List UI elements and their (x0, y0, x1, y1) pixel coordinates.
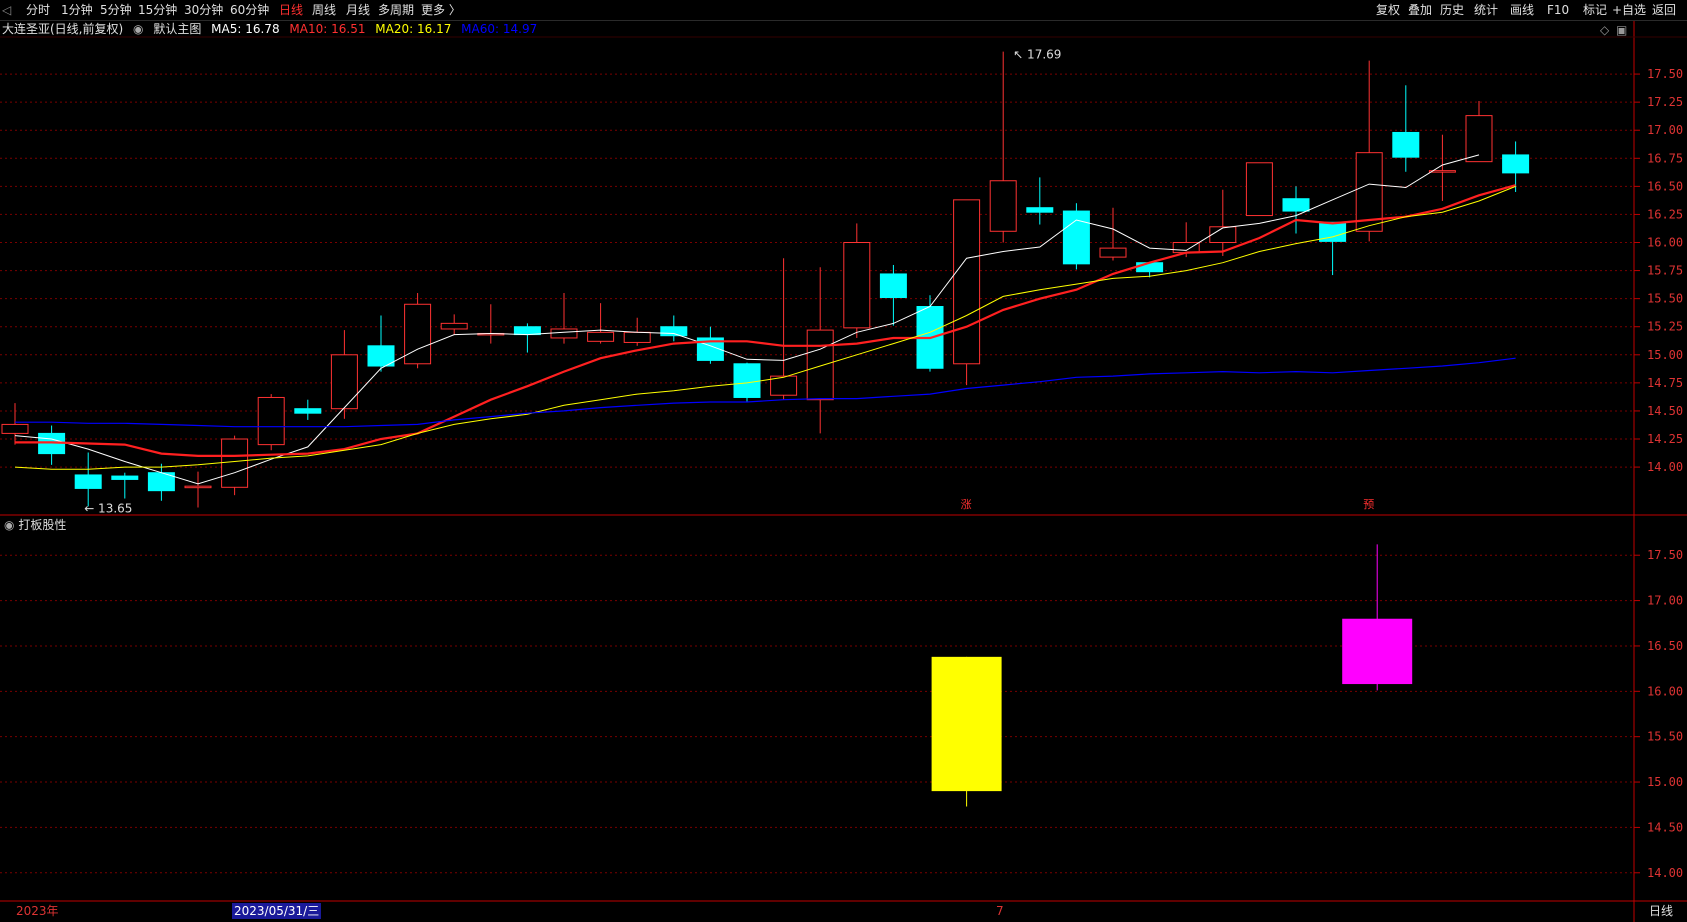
candle-body (404, 303, 432, 365)
indicator-y-tick-label: 14.00 (1647, 866, 1683, 880)
ma-line-ma60 (15, 357, 1516, 428)
y-tick-label: 17.25 (1647, 95, 1683, 109)
y-tick-label: 14.50 (1647, 404, 1683, 418)
y-tick-label: 16.50 (1647, 179, 1683, 193)
period-label: 日线 (1649, 904, 1674, 918)
candle-body (1209, 226, 1237, 244)
forecast-marker: 预 (1363, 498, 1374, 511)
candle-body (111, 475, 139, 480)
grid-lines (0, 21, 1687, 922)
indicator-y-tick-label: 15.50 (1647, 730, 1683, 744)
candle-body (1026, 207, 1054, 213)
candle-body (257, 396, 285, 446)
panel-icon: ▣ (1616, 23, 1627, 37)
candle-body (330, 354, 358, 410)
y-tick-label: 14.75 (1647, 376, 1683, 390)
y-tick-label: 16.25 (1647, 207, 1683, 221)
y-tick-label: 16.75 (1647, 151, 1683, 165)
y-tick-label: 17.50 (1647, 67, 1683, 81)
indicator-y-tick-label: 17.50 (1647, 548, 1683, 562)
candle-body (440, 322, 468, 330)
candle-body (623, 331, 651, 343)
kline-chart[interactable]: 17.50 17.25 17.00 16.75 16.50 16.25 16.00 15.75… (0, 0, 1687, 922)
candle-body (1062, 210, 1090, 265)
y-tick-label: 14.00 (1647, 460, 1683, 474)
y-tick-label: 15.50 (1647, 292, 1683, 306)
y-tick-label: 17.00 (1647, 123, 1683, 137)
candle-body (1, 423, 29, 434)
candle-body (989, 180, 1017, 232)
low-price-label: ← 13.65 (84, 501, 132, 515)
y-axis-ticks: 17.50 17.25 17.00 16.75 16.50 16.25 16.00 15.75… (1634, 67, 1683, 880)
candle-body (733, 363, 761, 398)
candle-body (587, 331, 615, 342)
cursor-date-label: 2023/05/31/三 (232, 903, 322, 919)
y-tick-label: 14.25 (1647, 432, 1683, 446)
candle-body (513, 326, 541, 336)
diamond-icon: ◇ (1600, 23, 1610, 37)
candle-body (184, 485, 212, 489)
candle-body (1172, 242, 1200, 254)
candle-body (221, 438, 249, 488)
indicator-y-tick-label: 17.00 (1647, 594, 1683, 608)
indicator-y-tick-label: 16.50 (1647, 639, 1683, 653)
candle-body (1392, 131, 1420, 158)
candle-body (74, 474, 102, 489)
indicator-bar (931, 656, 1002, 792)
candle-body (660, 326, 688, 337)
indicator-bar (1342, 618, 1413, 685)
high-price-label: ↖ 17.69 (1013, 48, 1061, 62)
candle-body (843, 242, 871, 329)
candle-body (1282, 198, 1310, 212)
y-tick-label: 15.25 (1647, 320, 1683, 334)
candle-body (294, 408, 322, 414)
indicator-bars (931, 544, 1413, 807)
candle-body (1502, 154, 1530, 174)
candle-body (550, 328, 578, 339)
ma-line-ma10 (15, 184, 1516, 457)
candle-body (953, 199, 981, 365)
y-tick-label: 15.00 (1647, 348, 1683, 362)
limit-up-marker: 涨 (961, 498, 972, 511)
y-tick-label: 16.00 (1647, 236, 1683, 250)
candle-body (1136, 262, 1164, 273)
candle-body (1099, 247, 1127, 258)
candle-body (1465, 115, 1493, 163)
candle-body (806, 329, 834, 401)
month-label: 7 (996, 904, 1004, 918)
year-label: 2023年 (16, 904, 59, 918)
y-tick-label: 15.75 (1647, 264, 1683, 278)
candle-body (1245, 162, 1273, 217)
indicator-y-tick-label: 15.00 (1647, 775, 1683, 789)
indicator-y-tick-label: 14.50 (1647, 820, 1683, 834)
candle-body (879, 273, 907, 299)
indicator-y-tick-label: 16.00 (1647, 684, 1683, 698)
